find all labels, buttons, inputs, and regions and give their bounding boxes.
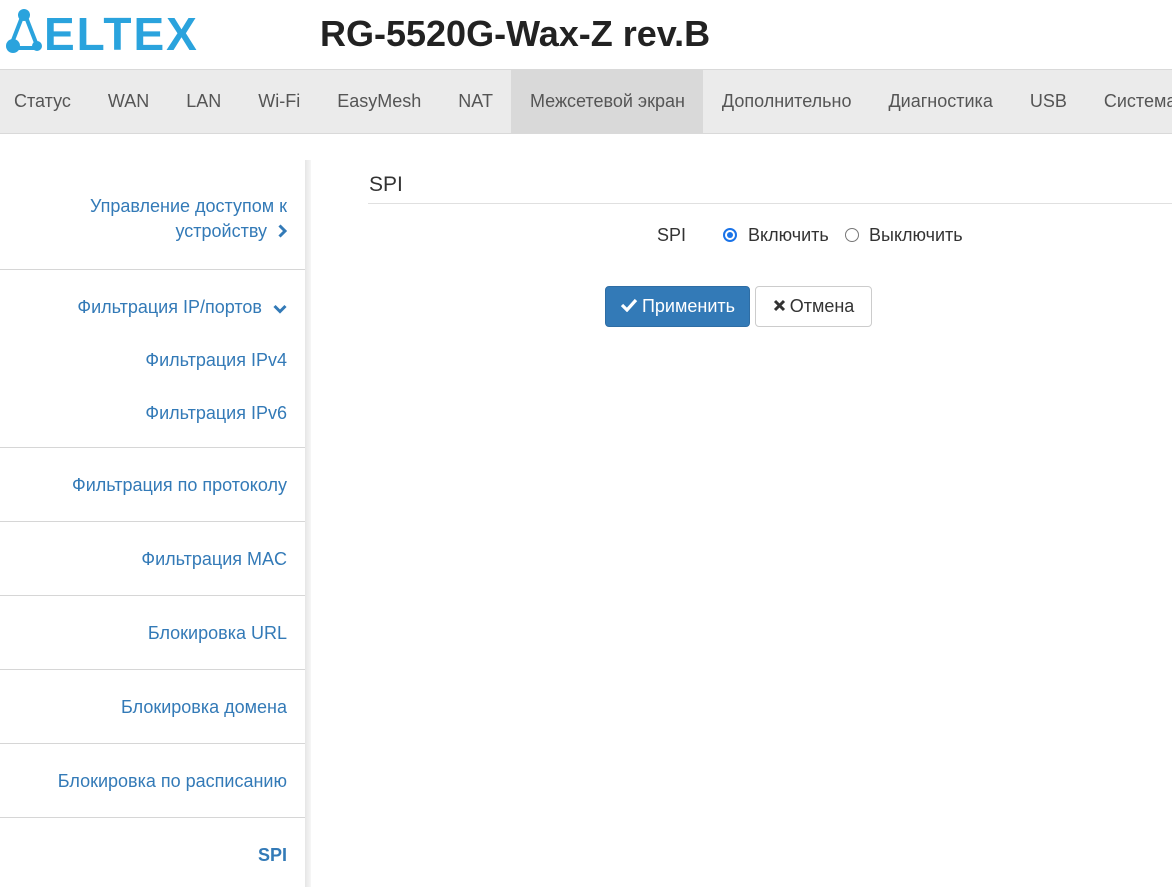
apply-button-label: Применить — [641, 296, 735, 316]
sidebar-divider — [305, 160, 311, 887]
eltex-network-logo-icon: ELTEX — [6, 8, 199, 60]
spi-enable-label[interactable]: Включить — [748, 225, 829, 246]
sidebar-item-access-control[interactable]: Управление доступом к устройству — [0, 194, 306, 245]
sidebar-item-label: устройству — [175, 221, 267, 241]
top-navigation: Статус WAN LAN Wi-Fi EasyMesh NAT Межсет… — [0, 69, 1172, 134]
tab-easymesh[interactable]: EasyMesh — [319, 70, 440, 133]
sidebar-item-domain[interactable]: Блокировка домена — [0, 670, 306, 744]
apply-button[interactable]: Применить — [605, 286, 750, 327]
sidebar-item-label: Фильтрация IP/портов — [77, 297, 262, 317]
spi-enable-radio[interactable] — [723, 228, 737, 242]
sidebar-item-ipv4[interactable]: Фильтрация IPv4 — [0, 347, 306, 400]
header: ELTEX RG-5520G-Wax-Z rev.B — [0, 0, 1172, 69]
check-icon — [620, 296, 638, 317]
cancel-button-label: Отмена — [789, 296, 855, 316]
sidebar-item-label: Управление доступом к — [89, 196, 287, 216]
tab-usb[interactable]: USB — [1011, 70, 1085, 133]
tab-wan[interactable]: WAN — [89, 70, 167, 133]
section-title: SPI — [369, 173, 403, 196]
tab-firewall[interactable]: Межсетевой экран — [511, 70, 704, 133]
sidebar-item-schedule[interactable]: Блокировка по расписанию — [0, 744, 306, 818]
tab-wifi[interactable]: Wi-Fi — [240, 70, 319, 133]
spi-disable-label[interactable]: Выключить — [869, 225, 963, 246]
spi-disable-radio[interactable] — [845, 228, 859, 242]
tab-diagnostics[interactable]: Диагностика — [870, 70, 1011, 133]
sidebar-item-url[interactable]: Блокировка URL — [0, 596, 306, 670]
sidebar-group-ip-filter: Фильтрация IP/портов Фильтрация IPv4 Фил… — [0, 270, 306, 448]
tab-nat[interactable]: NAT — [440, 70, 512, 133]
tab-lan[interactable]: LAN — [168, 70, 240, 133]
chevron-down-icon — [273, 295, 287, 321]
sidebar-item-ip-filter[interactable]: Фильтрация IP/портов — [0, 294, 306, 347]
sidebar: Управление доступом к устройству Фильтра… — [0, 160, 306, 887]
sidebar-item-mac[interactable]: Фильтрация MAC — [0, 522, 306, 596]
sidebar-item-ipv6[interactable]: Фильтрация IPv6 — [0, 400, 306, 453]
logo-text: ELTEX — [44, 8, 199, 58]
sidebar-group-access: Управление доступом к устройству — [0, 160, 306, 270]
cancel-button[interactable]: Отмена — [755, 286, 872, 327]
sidebar-item-spi[interactable]: SPI — [0, 818, 306, 887]
section-divider — [368, 203, 1172, 204]
tab-status[interactable]: Статус — [0, 70, 89, 133]
close-icon — [773, 296, 786, 317]
device-title: RG-5520G-Wax-Z rev.B — [320, 13, 711, 54]
tab-system[interactable]: Система — [1085, 70, 1172, 133]
spi-field-label: SPI — [657, 225, 687, 245]
eltex-logo[interactable]: ELTEX — [4, 6, 244, 60]
tab-advanced[interactable]: Дополнительно — [703, 70, 870, 133]
chevron-right-icon — [278, 220, 288, 245]
sidebar-item-protocol[interactable]: Фильтрация по протоколу — [0, 448, 306, 522]
